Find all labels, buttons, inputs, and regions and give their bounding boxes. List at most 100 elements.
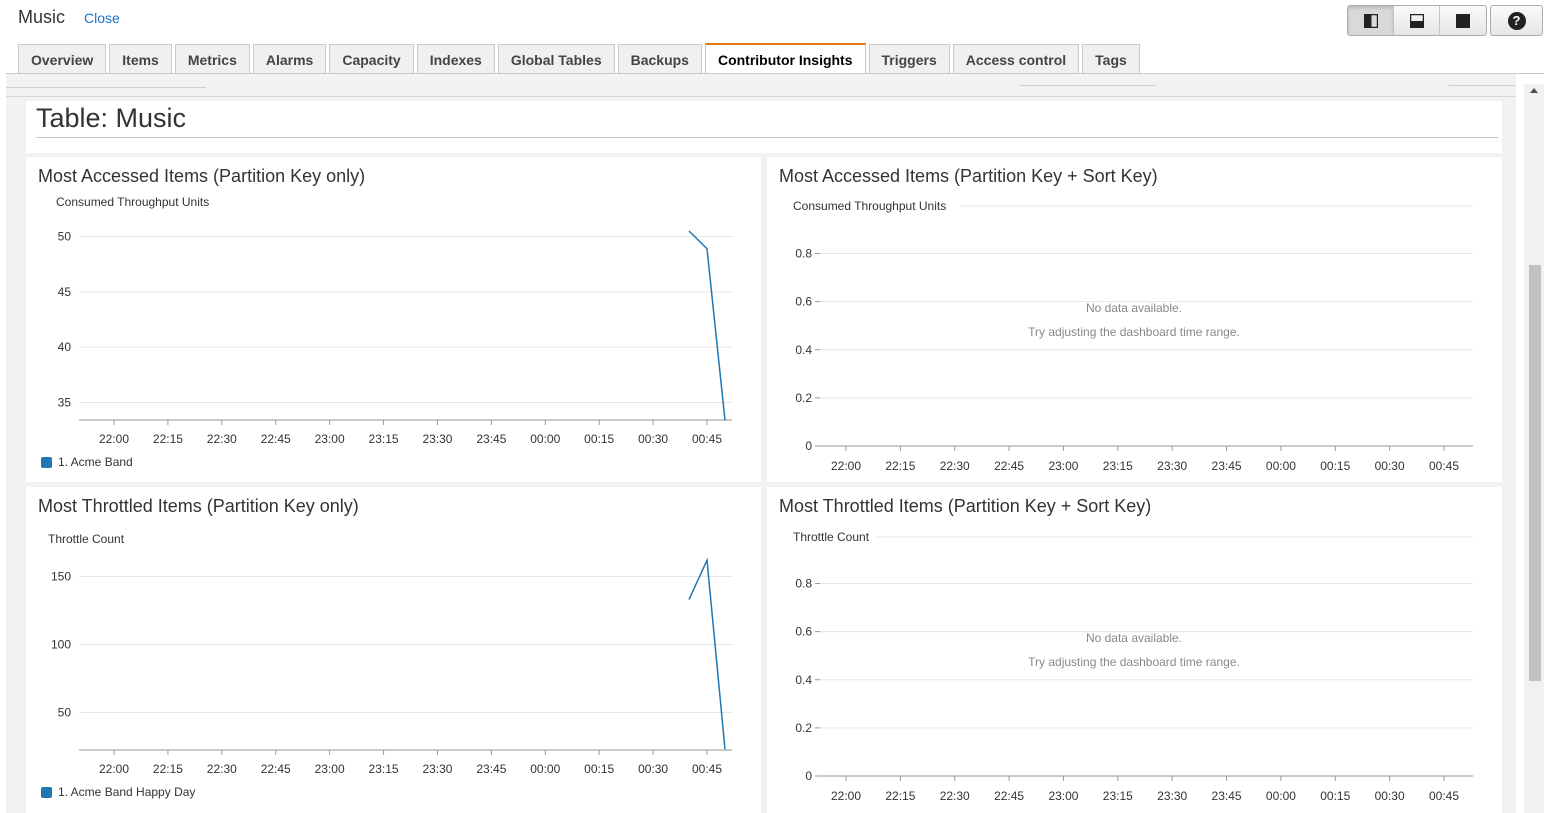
x-tick-label: 00:00	[1266, 789, 1296, 803]
tab-access-control[interactable]: Access control	[952, 44, 1080, 74]
x-tick-label: 00:15	[1320, 789, 1350, 803]
x-tick-label: 22:00	[99, 432, 129, 446]
tab-alarms[interactable]: Alarms	[252, 44, 327, 74]
full-view-button[interactable]	[1440, 6, 1486, 35]
legend-label: 1. Acme Band Happy Day	[58, 785, 196, 799]
x-tick-label: 23:45	[476, 762, 506, 776]
legend-swatch	[41, 786, 52, 798]
no-data-message: No data available.	[1086, 631, 1182, 645]
y-axis-title: Consumed Throughput Units	[793, 199, 946, 213]
tab-bar: Overview Items Metrics Alarms Capacity Indexe…	[18, 43, 1143, 74]
x-tick-label: 22:00	[831, 459, 861, 473]
legend-label: 1. Acme Band	[58, 455, 133, 469]
x-tick-label: 23:30	[1157, 789, 1187, 803]
divider	[1019, 85, 1156, 86]
y-tick-label: 0	[805, 769, 812, 783]
x-tick-label: 22:30	[207, 432, 237, 446]
series-line	[688, 557, 726, 750]
app-title: Music	[18, 7, 66, 27]
x-tick-label: 23:30	[422, 432, 452, 446]
tab-metrics[interactable]: Metrics	[174, 44, 250, 74]
x-tick-label: 00:30	[1375, 459, 1405, 473]
chart-most-throttled-pk-sk: Throttle Count 0 0.2 0.4 0.6 0.8 22:00 22:15 22:…	[793, 530, 1473, 803]
panel-most-accessed-pk-sk: Most Accessed Items (Partition Key + Sor…	[767, 157, 1502, 482]
tab-tags[interactable]: Tags	[1082, 44, 1140, 74]
vertical-scrollbar[interactable]	[1524, 84, 1544, 813]
full-view-icon	[1456, 13, 1470, 28]
panel-most-throttled-pk: Most Throttled Items (Partition Key only…	[26, 487, 761, 813]
tab-global-tables[interactable]: Global Tables	[497, 44, 615, 74]
y-tick-label: 0.2	[795, 391, 812, 405]
y-tick-label: 0.4	[795, 343, 812, 357]
help-button[interactable]: ?	[1490, 5, 1543, 36]
x-tick-label: 23:00	[1048, 459, 1078, 473]
x-tick-label: 22:45	[994, 459, 1024, 473]
split-vertical-button[interactable]	[1348, 6, 1394, 35]
y-tick-label: 50	[58, 230, 72, 244]
tab-triggers[interactable]: Triggers	[868, 44, 950, 74]
x-tick-label: 22:15	[885, 459, 915, 473]
y-tick-label: 0.6	[795, 295, 812, 309]
x-tick-label: 22:15	[885, 789, 915, 803]
x-tick-label: 00:30	[638, 762, 668, 776]
y-tick-label: 0	[805, 439, 812, 453]
title-underline	[36, 137, 1498, 138]
close-link[interactable]: Close	[84, 10, 120, 26]
tab-overview[interactable]: Overview	[18, 44, 107, 74]
y-tick-label: 0.4	[795, 673, 812, 687]
scroll-thumb[interactable]	[1529, 265, 1541, 681]
x-tick-label: 23:45	[1212, 789, 1242, 803]
tab-backups[interactable]: Backups	[617, 44, 702, 74]
split-horizontal-button[interactable]	[1394, 6, 1440, 35]
chart-legend[interactable]: 1. Acme Band Happy Day	[41, 785, 195, 799]
tab-items[interactable]: Items	[109, 44, 172, 74]
x-tick-label: 23:00	[315, 432, 345, 446]
x-tick-label: 00:15	[1320, 459, 1350, 473]
x-tick-label: 00:45	[1429, 459, 1459, 473]
legend-swatch	[41, 456, 52, 468]
y-axis-title: Consumed Throughput Units	[56, 195, 209, 209]
y-axis-title: Throttle Count	[793, 530, 870, 544]
x-tick-label: 00:15	[584, 762, 614, 776]
panel-most-accessed-pk: Most Accessed Items (Partition Key only)…	[26, 157, 761, 482]
divider	[1449, 85, 1515, 86]
series-line	[688, 230, 726, 421]
x-tick-label: 22:30	[940, 789, 970, 803]
x-tick-label: 23:15	[369, 762, 399, 776]
split-vertical-icon	[1363, 13, 1378, 28]
y-tick-label: 45	[58, 285, 72, 299]
no-data-hint: Try adjusting the dashboard time range.	[1028, 325, 1240, 339]
scroll-up-arrow-icon[interactable]	[1530, 88, 1538, 93]
x-tick-label: 00:00	[530, 762, 560, 776]
x-tick-label: 22:30	[207, 762, 237, 776]
x-tick-label: 23:00	[315, 762, 345, 776]
chart-legend[interactable]: 1. Acme Band	[41, 455, 133, 469]
x-tick-label: 22:00	[99, 762, 129, 776]
no-data-message: No data available.	[1086, 301, 1182, 315]
tab-contributor-insights[interactable]: Contributor Insights	[704, 43, 866, 74]
page-title: Table: Music	[36, 103, 187, 133]
y-tick-label: 0.8	[795, 577, 812, 591]
x-tick-label: 22:45	[994, 789, 1024, 803]
tab-capacity[interactable]: Capacity	[329, 44, 414, 74]
x-tick-label: 22:00	[831, 789, 861, 803]
x-tick-label: 23:45	[1212, 459, 1242, 473]
x-tick-label: 23:30	[1157, 459, 1187, 473]
x-tick-label: 22:45	[261, 762, 291, 776]
chart-most-accessed-pk-sk: Consumed Throughput Units 0 0.2 0.4 0.6 0.8 22…	[793, 199, 1473, 473]
y-tick-label: 100	[51, 638, 71, 652]
y-tick-label: 35	[58, 396, 72, 410]
x-tick-label: 23:15	[369, 432, 399, 446]
top-bar: Music Close ?	[0, 0, 1552, 44]
x-tick-label: 23:15	[1103, 789, 1133, 803]
x-tick-label: 23:00	[1048, 789, 1078, 803]
split-horizontal-icon	[1409, 13, 1424, 28]
tab-indexes[interactable]: Indexes	[416, 44, 495, 74]
chart-most-accessed-pk: Consumed Throughput Units 35 40 45 50 22:00 22…	[56, 195, 732, 446]
table-header: Table: Music	[26, 101, 1502, 153]
y-tick-label: 50	[58, 706, 72, 720]
content-area: Table: Music Most Accessed Items (Partit…	[6, 74, 1516, 813]
y-tick-label: 40	[58, 340, 72, 354]
x-tick-label: 23:30	[422, 762, 452, 776]
y-tick-label: 0.6	[795, 625, 812, 639]
